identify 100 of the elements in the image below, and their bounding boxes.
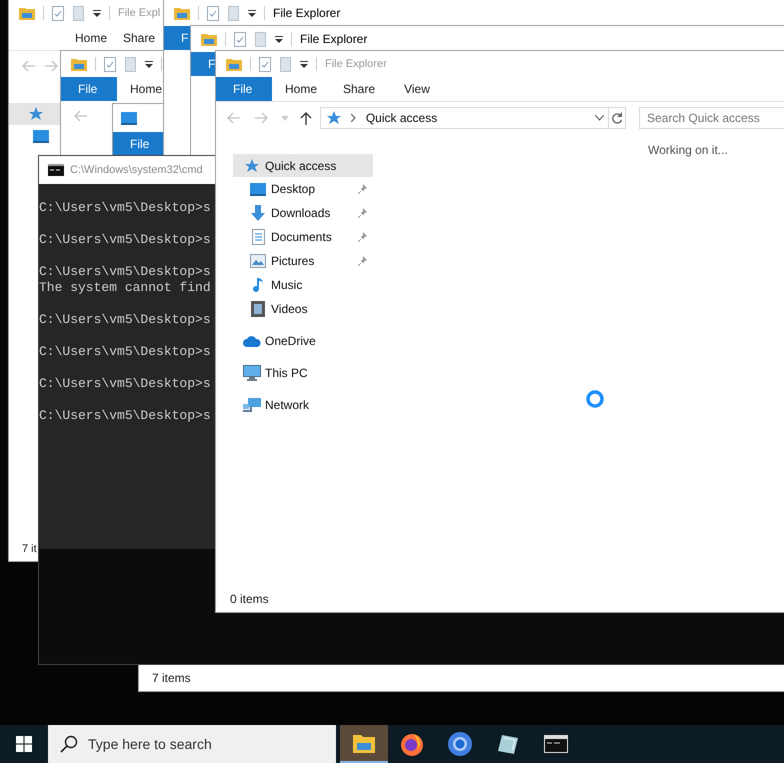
- folder-icon: [71, 57, 87, 71]
- folder-icon: [19, 6, 35, 20]
- ribbon-tab[interactable]: Home: [117, 77, 163, 101]
- document-icon: [252, 229, 264, 245]
- navigation-item[interactable]: Videos: [247, 297, 373, 321]
- console-line: C:\Users\vm5\Desktop>s: [39, 376, 212, 392]
- computer-icon: [243, 365, 261, 381]
- console-line: C:\Users\vm5\Desktop>s: [39, 312, 212, 328]
- recent-locations-icon[interactable]: [281, 116, 289, 120]
- document-icon[interactable]: [280, 56, 291, 72]
- checkmark-document-icon[interactable]: [207, 6, 219, 20]
- console-line: The system cannot find: [39, 280, 212, 296]
- dropdown-caret-icon[interactable]: [275, 36, 283, 42]
- file-tab[interactable]: File: [216, 77, 272, 101]
- address-bar[interactable]: Quick access: [320, 107, 610, 129]
- navigation-item[interactable]: OneDrive: [233, 325, 373, 357]
- star-icon: [244, 158, 260, 174]
- dropdown-caret-icon[interactable]: [248, 10, 256, 16]
- navigation-item[interactable]: Desktop: [247, 177, 373, 201]
- fox-globe-icon: [400, 732, 424, 756]
- navigation-item[interactable]: Quick access: [233, 154, 373, 177]
- document-icon[interactable]: [255, 32, 266, 46]
- navigation-item[interactable]: Network: [233, 389, 373, 421]
- film-icon: [251, 301, 265, 317]
- window-title: C:\Windows\system32\cmd: [70, 162, 203, 178]
- cloud-icon: [243, 336, 261, 346]
- window-title: File Explorer: [300, 31, 368, 48]
- console-line: C:\Users\vm5\Desktop>s: [39, 232, 212, 248]
- pin-icon[interactable]: [358, 208, 367, 218]
- search-field[interactable]: Search Quick access: [639, 107, 784, 129]
- dropdown-caret-icon[interactable]: [145, 60, 153, 68]
- folder-icon: [226, 57, 242, 71]
- windows-logo-icon: [16, 736, 32, 752]
- star-icon: [28, 106, 44, 122]
- monitor-icon: [121, 112, 137, 124]
- folder-icon: [201, 32, 217, 46]
- navigation-item[interactable]: Music: [247, 273, 373, 297]
- console-line: C:\Users\vm5\Desktop>s: [39, 264, 212, 280]
- star-icon: [326, 110, 342, 126]
- ribbon-tab[interactable]: View: [388, 77, 446, 101]
- checkmark-document-icon[interactable]: [259, 56, 271, 72]
- window-title: File Expl: [118, 6, 160, 21]
- console-line: C:\Users\vm5\Desktop>s: [39, 200, 212, 216]
- checkmark-document-icon[interactable]: [234, 32, 246, 46]
- search-icon: [60, 735, 78, 753]
- loading-message: Working on it...: [648, 142, 729, 159]
- console-icon: [48, 164, 64, 176]
- dropdown-caret-icon[interactable]: [300, 60, 308, 68]
- back-arrow-icon[interactable]: [226, 111, 240, 125]
- forward-arrow-icon[interactable]: [255, 111, 269, 125]
- dropdown-caret-icon[interactable]: [93, 10, 101, 16]
- console-line: C:\Users\vm5\Desktop>s: [39, 408, 212, 424]
- window-title: File Explorer: [273, 5, 340, 22]
- navigation-item[interactable]: Downloads: [247, 201, 373, 225]
- pin-icon[interactable]: [358, 184, 367, 194]
- checkmark-document-icon[interactable]: [52, 6, 64, 20]
- forward-arrow-icon[interactable]: [45, 58, 59, 72]
- back-arrow-icon[interactable]: [73, 109, 87, 123]
- ribbon-tab[interactable]: Home: [65, 26, 117, 50]
- document-icon[interactable]: [125, 56, 136, 72]
- window-title: File Explorer: [325, 56, 387, 72]
- ribbon-tab[interactable]: Share: [330, 77, 388, 101]
- status-text: 7 it: [22, 542, 37, 557]
- folder-icon: [353, 733, 375, 753]
- tilted-pad-icon: [497, 733, 519, 755]
- ribbon-tab[interactable]: Share: [117, 26, 161, 50]
- document-icon[interactable]: [73, 6, 84, 20]
- refresh-icon: [612, 112, 623, 124]
- download-arrow-icon: [250, 205, 266, 221]
- pin-icon[interactable]: [358, 256, 367, 266]
- back-arrow-icon[interactable]: [21, 58, 35, 72]
- file-tab[interactable]: F: [164, 26, 190, 50]
- search-field[interactable]: Type here to search: [48, 725, 336, 763]
- chevron-down-icon[interactable]: [595, 115, 604, 121]
- file-tab[interactable]: File: [113, 132, 163, 156]
- up-arrow-icon[interactable]: [298, 111, 313, 125]
- checkmark-document-icon[interactable]: [104, 56, 116, 72]
- pin-icon[interactable]: [358, 232, 367, 242]
- browser-circle-icon: [448, 732, 472, 756]
- status-text: 0 items: [230, 591, 269, 608]
- music-note-icon: [252, 277, 264, 293]
- loading-spinner-icon: [585, 389, 605, 409]
- navigation-item[interactable]: Pictures: [247, 249, 373, 273]
- refresh-button[interactable]: [609, 107, 626, 129]
- ribbon-tab[interactable]: Home: [272, 77, 330, 101]
- desktop-icon: [33, 130, 49, 143]
- console-line: C:\Users\vm5\Desktop>s: [39, 344, 212, 360]
- address-text: Quick access: [366, 110, 438, 127]
- network-icon: [243, 398, 261, 412]
- terminal-icon: [544, 735, 568, 753]
- file-tab[interactable]: F: [191, 52, 215, 76]
- document-icon[interactable]: [228, 6, 239, 20]
- desktop-icon: [250, 182, 266, 196]
- navigation-item[interactable]: This PC: [233, 357, 373, 389]
- navigation-item[interactable]: Documents: [247, 225, 373, 249]
- folder-icon: [174, 6, 190, 20]
- status-text: 7 items: [152, 670, 191, 686]
- file-tab[interactable]: File: [61, 77, 117, 101]
- breadcrumb-chevron-icon: [350, 114, 356, 122]
- picture-icon: [250, 254, 266, 268]
